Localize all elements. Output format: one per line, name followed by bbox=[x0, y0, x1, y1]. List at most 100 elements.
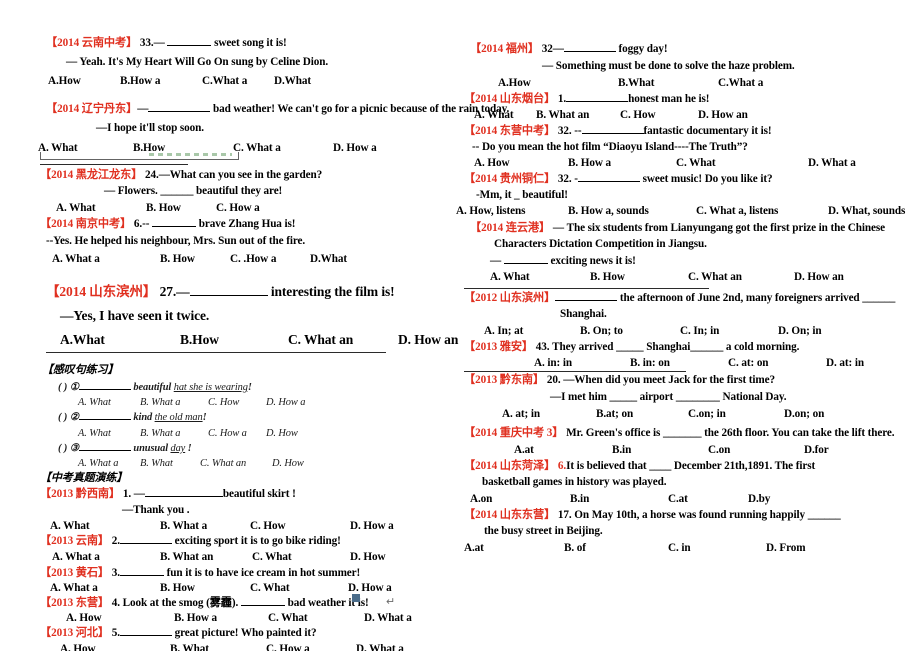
option-c[interactable]: C. in bbox=[668, 542, 766, 554]
option-d[interactable]: D. How an bbox=[398, 332, 458, 347]
option-b[interactable]: B. How a bbox=[568, 157, 676, 169]
option-d[interactable]: D. How an bbox=[698, 109, 748, 121]
option-b[interactable]: B. How bbox=[590, 271, 688, 283]
option-c[interactable]: C. at: on bbox=[728, 357, 826, 369]
option-d[interactable]: D.by bbox=[748, 493, 770, 505]
answer-blank[interactable] bbox=[240, 605, 285, 606]
answer-blank[interactable] bbox=[563, 51, 616, 52]
option-b[interactable]: B. What an bbox=[160, 551, 252, 563]
option-a[interactable]: A. at; in bbox=[502, 408, 596, 420]
option-b[interactable]: B. of bbox=[564, 542, 668, 554]
option-d[interactable]: D.What bbox=[274, 75, 311, 87]
option-a[interactable]: A.How bbox=[48, 75, 120, 87]
option-a[interactable]: A. How bbox=[474, 157, 568, 169]
option-d[interactable]: D.for bbox=[804, 444, 829, 456]
option-d[interactable]: D.What bbox=[310, 253, 347, 265]
option-b[interactable]: B. What a bbox=[160, 520, 250, 532]
option-c[interactable]: C. What a, listens bbox=[696, 205, 828, 217]
option-c[interactable]: C. What an bbox=[200, 458, 272, 469]
option-d[interactable]: D. How a bbox=[266, 397, 305, 408]
option-c[interactable]: C.on; in bbox=[688, 408, 784, 420]
answer-blank[interactable] bbox=[503, 263, 548, 264]
option-a[interactable]: A. How, listens bbox=[456, 205, 568, 217]
option-c[interactable]: C.What a bbox=[718, 77, 763, 89]
option-c[interactable]: C. What bbox=[268, 612, 364, 624]
option-d[interactable]: D. at: in bbox=[826, 357, 864, 369]
option-d[interactable]: D. What a bbox=[356, 643, 404, 651]
option-c[interactable]: C.at bbox=[668, 493, 748, 505]
option-a[interactable]: A. What a bbox=[52, 551, 160, 563]
answer-blank[interactable] bbox=[119, 543, 172, 544]
answer-blank[interactable] bbox=[577, 181, 640, 182]
answer-blank[interactable] bbox=[78, 389, 131, 390]
option-a[interactable]: A. What a bbox=[52, 253, 160, 265]
option-d[interactable]: D. On; in bbox=[778, 325, 822, 337]
option-b[interactable]: B.in bbox=[612, 444, 708, 456]
answer-blank[interactable] bbox=[581, 133, 644, 134]
option-a[interactable]: A. What bbox=[56, 202, 146, 214]
answer-blank[interactable] bbox=[167, 45, 212, 46]
option-b[interactable]: B.What bbox=[618, 77, 718, 89]
option-d[interactable]: D. How a bbox=[333, 142, 377, 154]
option-a[interactable]: A. How bbox=[60, 643, 170, 651]
option-a[interactable]: A. How bbox=[66, 612, 174, 624]
option-c[interactable]: C. What an bbox=[688, 271, 794, 283]
answer-blank[interactable] bbox=[144, 496, 223, 497]
option-b[interactable]: B.in bbox=[570, 493, 668, 505]
answer-blank[interactable] bbox=[78, 419, 131, 420]
option-c[interactable]: C. How a bbox=[208, 428, 266, 439]
option-b[interactable]: B. What bbox=[170, 643, 266, 651]
answer-blank[interactable] bbox=[78, 450, 131, 451]
option-c[interactable]: C. How a bbox=[216, 202, 260, 214]
option-d[interactable]: D. From bbox=[766, 542, 806, 554]
option-d[interactable]: D. How a bbox=[350, 520, 394, 532]
option-d[interactable]: D. What a bbox=[364, 612, 412, 624]
option-c[interactable]: C. In; in bbox=[680, 325, 778, 337]
option-c[interactable]: C. What bbox=[252, 551, 350, 563]
option-b[interactable]: B. How bbox=[146, 202, 216, 214]
option-c[interactable]: C. How bbox=[208, 397, 266, 408]
option-b[interactable]: B. What a bbox=[140, 428, 208, 439]
option-c[interactable]: C. How bbox=[620, 109, 698, 121]
option-c[interactable]: C. .How a bbox=[230, 253, 310, 265]
option-d[interactable]: D. How bbox=[350, 551, 386, 563]
answer-blank[interactable] bbox=[119, 575, 164, 576]
option-a[interactable]: A. What bbox=[50, 520, 160, 532]
answer-blank[interactable] bbox=[152, 226, 197, 227]
option-b[interactable]: B. How bbox=[160, 582, 250, 594]
option-c[interactable]: C.What a bbox=[202, 75, 274, 87]
option-b[interactable]: B. How a, sounds bbox=[568, 205, 696, 217]
option-a[interactable]: A.at bbox=[464, 542, 564, 554]
option-a[interactable]: A. What bbox=[78, 428, 140, 439]
option-a[interactable]: A.How bbox=[498, 77, 618, 89]
option-d[interactable]: D. What a bbox=[808, 157, 856, 169]
option-a[interactable]: A. In; at bbox=[484, 325, 580, 337]
option-a[interactable]: A.on bbox=[470, 493, 570, 505]
option-a[interactable]: A. What bbox=[490, 271, 590, 283]
option-b[interactable]: B. How bbox=[160, 253, 230, 265]
option-a[interactable]: A.What bbox=[60, 333, 180, 347]
answer-blank[interactable] bbox=[566, 101, 629, 102]
option-a[interactable]: A. What bbox=[78, 397, 140, 408]
option-c[interactable]: C.on bbox=[708, 444, 804, 456]
option-c[interactable]: C. What bbox=[250, 582, 348, 594]
answer-blank[interactable] bbox=[148, 111, 211, 112]
option-b[interactable]: B. in: on bbox=[630, 357, 728, 369]
answer-blank[interactable] bbox=[555, 300, 618, 301]
option-d[interactable]: D.on; on bbox=[784, 408, 824, 420]
option-c[interactable]: C. What an bbox=[288, 333, 398, 347]
option-a[interactable]: A. What a bbox=[78, 458, 140, 469]
option-b[interactable]: B. How a bbox=[174, 612, 268, 624]
option-b[interactable]: B.How a bbox=[120, 75, 202, 87]
option-c[interactable]: C. How a bbox=[266, 643, 356, 651]
option-d[interactable]: D. How bbox=[266, 428, 298, 439]
answer-blank[interactable] bbox=[189, 295, 268, 296]
option-b[interactable]: B.at; on bbox=[596, 408, 688, 420]
option-b[interactable]: B. What an bbox=[536, 109, 620, 121]
option-a[interactable]: A. What bbox=[474, 109, 536, 121]
option-a[interactable]: A. What a bbox=[50, 582, 160, 594]
option-c[interactable]: C. What bbox=[676, 157, 808, 169]
option-c[interactable]: C. What a bbox=[233, 142, 333, 154]
option-b[interactable]: B.How bbox=[180, 333, 288, 347]
answer-blank[interactable] bbox=[119, 635, 172, 636]
